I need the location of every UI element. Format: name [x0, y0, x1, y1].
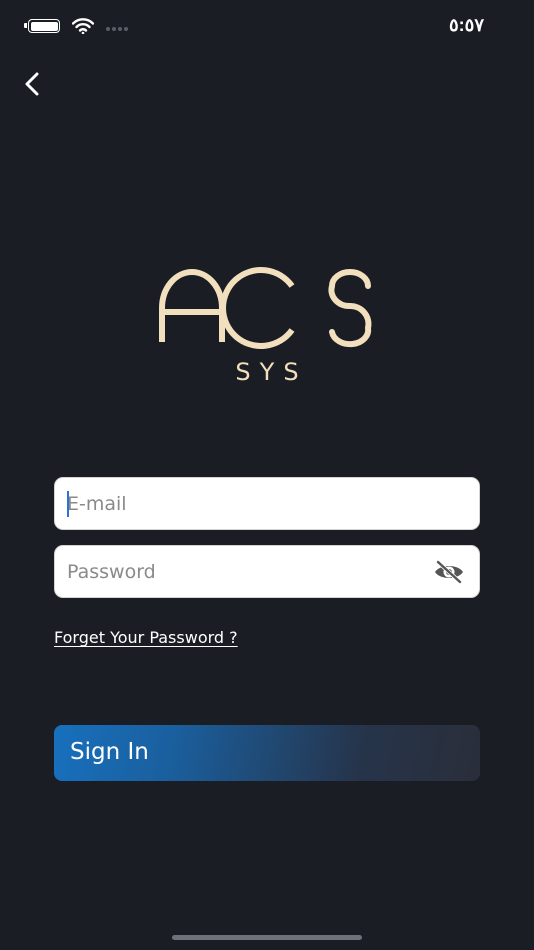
- status-time: ٥:٥٧: [449, 15, 484, 35]
- status-bar: ٥:٥٧: [0, 0, 534, 56]
- email-field[interactable]: [54, 477, 480, 530]
- home-indicator: [172, 935, 362, 940]
- cellular-signal-icon: [106, 27, 128, 31]
- battery-level: [30, 21, 58, 31]
- eye-off-icon: [435, 560, 463, 584]
- forgot-password-link[interactable]: Forget Your Password ?: [54, 628, 238, 647]
- sign-in-label: Sign In: [70, 739, 149, 765]
- wifi-icon: [72, 18, 94, 34]
- password-field[interactable]: [54, 545, 480, 598]
- text-caret: [67, 491, 69, 517]
- password-input[interactable]: [67, 546, 427, 597]
- battery-icon: [24, 19, 60, 33]
- acs-logo-mark: [159, 267, 372, 349]
- password-visibility-toggle[interactable]: [433, 557, 465, 587]
- email-input[interactable]: [67, 478, 427, 529]
- chevron-left-icon: [25, 72, 39, 96]
- back-button[interactable]: [14, 66, 50, 102]
- status-icons: [24, 18, 128, 34]
- sign-in-button[interactable]: Sign In: [54, 725, 480, 781]
- logo-subtitle: SYS: [235, 358, 308, 386]
- app-logo: SYS: [152, 262, 382, 392]
